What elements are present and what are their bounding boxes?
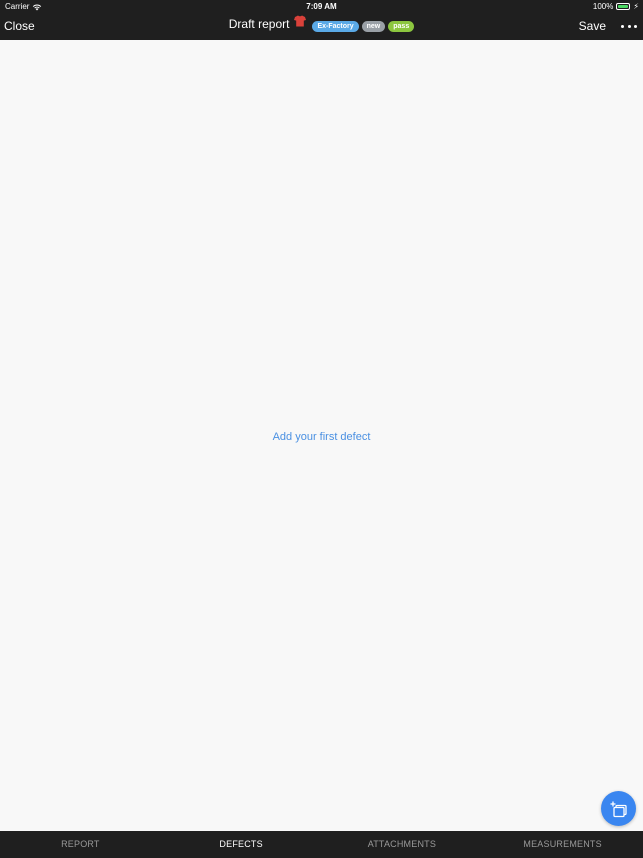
save-button[interactable]: Save (579, 19, 606, 33)
status-right: 100% ⚡ (593, 2, 639, 11)
navigation-bar: Close Draft report Ex-Factory new pass S… (0, 14, 643, 40)
defects-content: Add your first defect (0, 40, 643, 831)
add-photo-icon (610, 801, 627, 817)
shirt-icon (294, 15, 307, 27)
add-first-defect-link[interactable]: Add your first defect (0, 431, 643, 443)
tab-report[interactable]: REPORT (0, 831, 161, 858)
tab-defects[interactable]: DEFECTS (161, 831, 322, 858)
more-options-icon[interactable] (621, 18, 637, 34)
bottom-tab-bar: REPORT DEFECTS ATTACHMENTS MEASUREMENTS (0, 831, 643, 858)
battery-icon (616, 3, 631, 10)
battery-percent: 100% (592, 2, 614, 11)
page-title: Draft report (228, 17, 290, 31)
nav-title-group: Draft report Ex-Factory new pass (0, 15, 643, 32)
charging-icon: ⚡ (633, 1, 639, 11)
tag-pass: pass (388, 20, 415, 32)
tag-new: new (361, 20, 386, 32)
status-bar: Carrier 7:09 AM 100% ⚡ (0, 0, 643, 14)
status-time: 7:09 AM (306, 2, 337, 11)
tag-ex-factory: Ex-Factory (312, 20, 359, 32)
top-bar: Carrier 7:09 AM 100% ⚡ Close Draft repor… (0, 0, 643, 40)
tab-attachments[interactable]: ATTACHMENTS (322, 831, 483, 858)
add-photo-button[interactable] (601, 791, 636, 826)
tab-measurements[interactable]: MEASUREMENTS (482, 831, 643, 858)
